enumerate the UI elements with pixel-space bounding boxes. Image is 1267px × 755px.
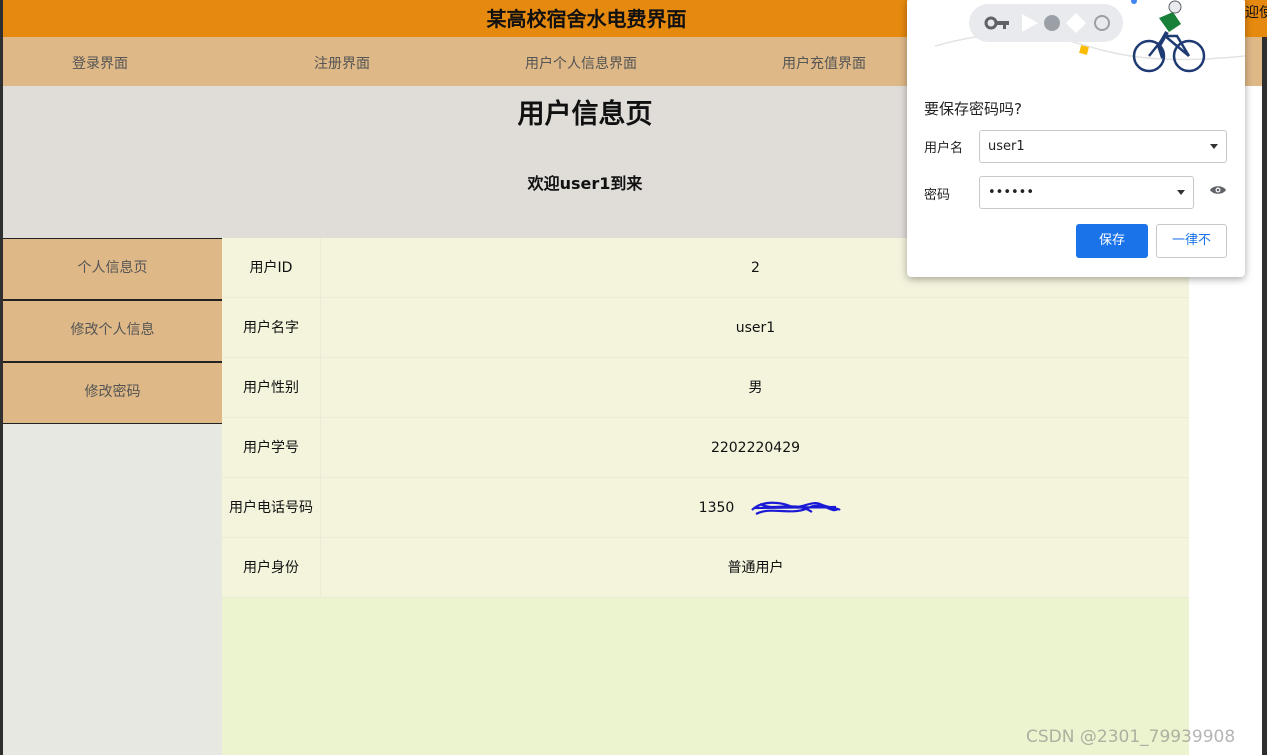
page: 某高校宿舍水电费界面 迎使 登录界面 注册界面 用户个人信息界面 用户充值界面 … [0, 0, 1267, 755]
password-value: •••••• [988, 185, 1035, 200]
sidebar-item-change-password[interactable]: 修改密码 [3, 362, 222, 424]
window-edge-right [1262, 37, 1267, 755]
table-row: 用户名字 user1 [222, 298, 1189, 358]
never-button[interactable]: 一律不 [1156, 224, 1227, 258]
sidebar-item-profile[interactable]: 个人信息页 [3, 238, 222, 300]
row-value: 2202220429 [710, 440, 801, 456]
sidebar: 个人信息页 修改个人信息 修改密码 [3, 238, 222, 755]
password-label: 密码 [924, 188, 951, 203]
password-illustration [934, 0, 1245, 73]
username-select[interactable]: user1 [979, 130, 1227, 163]
chevron-down-icon [1210, 144, 1218, 149]
table-row: 用户身份 普通用户 [222, 538, 1189, 598]
row-label: 用户ID [222, 238, 321, 298]
row-label: 用户性别 [222, 358, 321, 418]
row-label: 用户电话号码 [222, 478, 321, 538]
nav-item-register[interactable]: 注册界面 [314, 53, 370, 73]
row-value: 普通用户 [727, 560, 784, 576]
watermark: CSDN @2301_79939908 [1026, 727, 1236, 747]
row-value: 男 [748, 380, 763, 396]
eye-icon[interactable] [1209, 184, 1227, 196]
nav-item-recharge[interactable]: 用户充值界面 [782, 53, 866, 73]
table-row: 用户性别 男 [222, 358, 1189, 418]
save-button[interactable]: 保存 [1076, 224, 1148, 258]
main-content: 用户ID 2 用户名字 user1 用户性别 男 用户学号 2202220429… [222, 238, 1189, 755]
user-info-table: 用户ID 2 用户名字 user1 用户性别 男 用户学号 2202220429… [222, 238, 1189, 598]
password-select[interactable]: •••••• [979, 176, 1194, 209]
nav-item-login[interactable]: 登录界面 [72, 53, 128, 73]
row-label: 用户名字 [222, 298, 321, 358]
banner-welcome-text: 迎使 [1245, 5, 1267, 21]
sidebar-item-edit-profile[interactable]: 修改个人信息 [3, 300, 222, 362]
save-password-dialog: 要保存密码吗? 用户名 user1 密码 •••••• 保存 一律不 [907, 0, 1245, 277]
username-label: 用户名 [924, 141, 964, 156]
table-row: 用户电话号码 1350 [222, 478, 1189, 538]
dialog-title: 要保存密码吗? [924, 100, 1022, 118]
row-label: 用户学号 [222, 418, 321, 478]
nav-item-user-info[interactable]: 用户个人信息界面 [525, 53, 637, 73]
redaction-scribble [751, 501, 841, 515]
table-row: 用户学号 2202220429 [222, 418, 1189, 478]
row-label: 用户身份 [222, 538, 321, 598]
right-blank-area [1189, 238, 1262, 755]
row-value: user1 [735, 320, 776, 336]
chevron-down-icon [1177, 190, 1185, 195]
username-value: user1 [988, 139, 1025, 154]
